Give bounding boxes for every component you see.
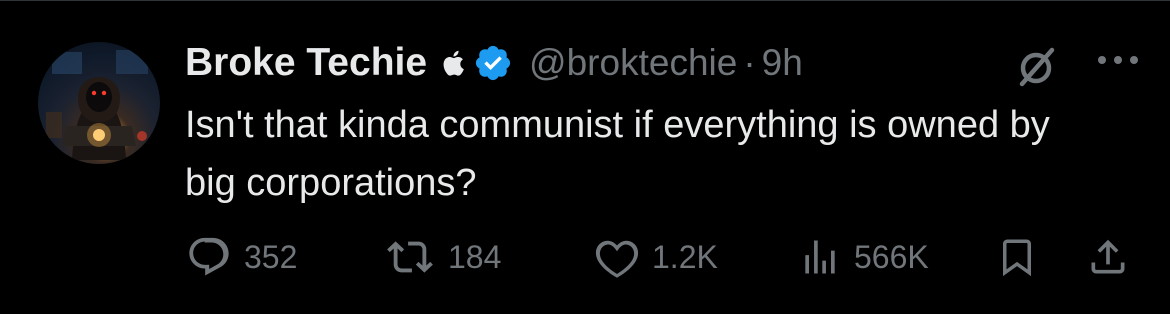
views-icon xyxy=(805,240,835,274)
views-count: 566K xyxy=(854,238,929,275)
reply-button[interactable]: 352 xyxy=(186,232,297,282)
timestamp[interactable]: 9h xyxy=(762,42,803,84)
reply-icon xyxy=(189,237,229,276)
retweet-count: 184 xyxy=(448,238,502,275)
tweet-text: Isn't that kinda communist if everything… xyxy=(185,104,1050,204)
separator-dot: · xyxy=(743,42,756,83)
top-divider xyxy=(0,0,1170,1)
verified-icon[interactable] xyxy=(473,43,513,83)
views-button[interactable]: 566K xyxy=(798,232,929,282)
avatar[interactable] xyxy=(38,42,160,164)
avatar-image xyxy=(46,50,148,160)
retweet-icon xyxy=(387,241,433,273)
share-icon xyxy=(1091,239,1125,274)
more-options-icon[interactable] xyxy=(1094,50,1142,70)
handle[interactable]: @broktechie xyxy=(529,42,737,84)
grok-icon[interactable] xyxy=(1013,44,1059,90)
retweet-button[interactable]: 184 xyxy=(384,232,501,282)
reply-count: 352 xyxy=(244,238,298,275)
share-button[interactable] xyxy=(1086,234,1130,285)
like-count: 1.2K xyxy=(652,238,718,275)
like-button[interactable]: 1.2K xyxy=(594,232,718,282)
bookmark-button[interactable] xyxy=(996,234,1038,285)
tweet-header: Broke Techie @broktechie · 9h xyxy=(185,38,803,88)
heart-icon xyxy=(595,240,639,278)
apple-icon xyxy=(439,48,465,78)
display-name[interactable]: Broke Techie xyxy=(185,41,427,85)
bookmark-icon xyxy=(1003,239,1031,277)
